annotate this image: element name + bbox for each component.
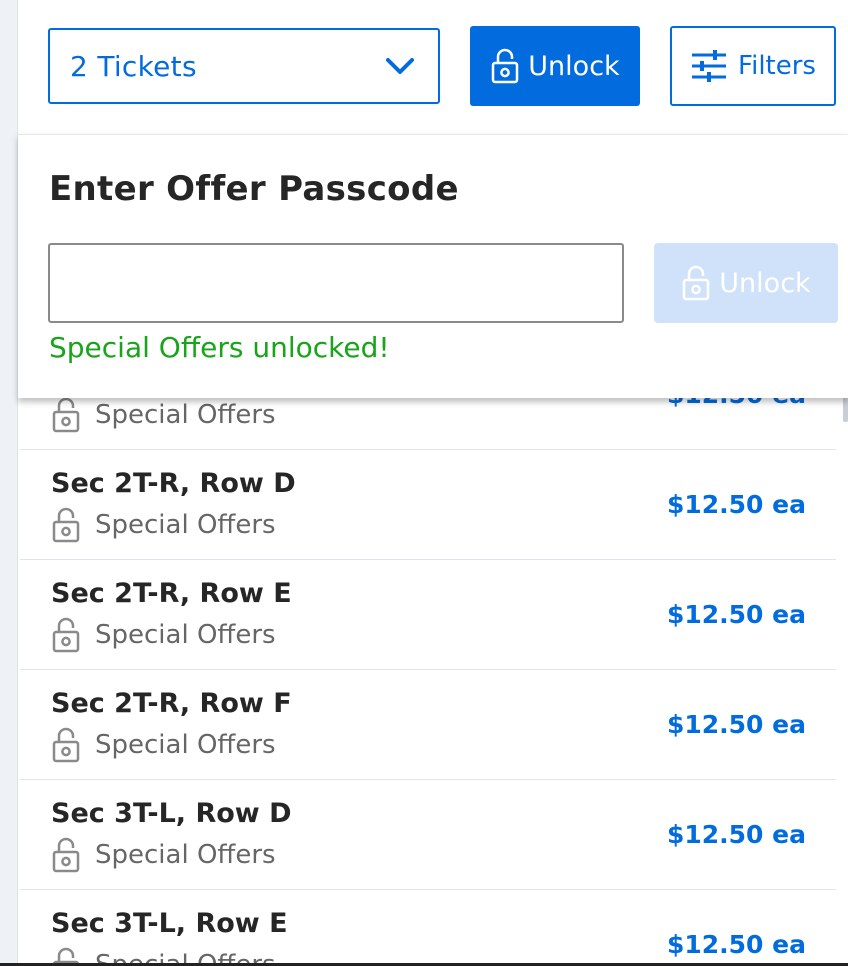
ticket-offer: Special Offers [51,506,276,544]
ticket-offer: Special Offers [51,616,276,654]
passcode-success-message: Special Offers unlocked! [49,331,390,364]
lock-icon [52,507,80,543]
ticket-price: $12.50 ea [666,930,806,959]
ticket-row[interactable]: Sec 3T-L, Row E Special Offers $12.50 ea [20,890,836,966]
filters-button-label: Filters [738,51,816,81]
ticket-section: Sec 3T-L, Row E [51,908,288,939]
ticket-price: $12.50 ea [666,490,806,519]
ticket-offer: Special Offers [51,396,276,434]
left-edge-strip [0,0,18,966]
lock-icon [492,48,519,84]
ticket-offer-label: Special Offers [95,510,276,540]
filters-button[interactable]: Filters [670,26,836,106]
passcode-input[interactable] [48,243,624,323]
passcode-panel-title: Enter Offer Passcode [49,169,459,209]
lock-icon [52,617,80,653]
ticket-quantity-value: 2 Tickets [70,49,197,83]
ticket-section: Sec 2T-R, Row F [51,688,292,719]
chevron-down-icon [386,58,414,74]
offer-passcode-panel: Enter Offer Passcode Unlock Special Offe… [18,134,848,398]
ticket-offer-label: Special Offers [95,620,276,650]
ticket-row[interactable]: Sec 2T-R, Row E Special Offers $12.50 ea [20,560,836,670]
ticket-offer: Special Offers [51,836,276,874]
ticket-offer-label: Special Offers [95,840,276,870]
ticket-offer: Special Offers [51,726,276,764]
lock-icon [52,727,80,763]
ticket-row[interactable]: Sec 2T-R, Row F Special Offers $12.50 ea [20,670,836,780]
ticket-offer-label: Special Offers [95,400,276,430]
lock-icon [683,265,710,301]
sliders-icon [692,50,727,82]
ticket-section: Sec 3T-L, Row D [51,798,292,829]
ticket-quantity-select[interactable]: 2 Tickets [48,28,440,104]
ticket-price: $12.50 ea [666,820,806,849]
ticket-price: $12.50 ea [666,710,806,739]
unlock-button-label: Unlock [528,50,620,82]
unlock-button[interactable]: Unlock [470,26,640,106]
lock-icon [52,837,80,873]
ticket-section: Sec 2T-R, Row E [51,578,292,609]
lock-icon [52,397,80,433]
ticket-section: Sec 2T-R, Row D [51,468,296,499]
passcode-unlock-button[interactable]: Unlock [654,243,838,323]
passcode-unlock-label: Unlock [719,267,811,299]
ticket-row[interactable]: Sec 3T-L, Row D Special Offers $12.50 ea [20,780,836,890]
ticket-price: $12.50 ea [666,600,806,629]
ticket-offer-label: Special Offers [95,730,276,760]
ticket-row[interactable]: Sec 2T-R, Row D Special Offers $12.50 ea [20,450,836,560]
ticket-list: Special Offers $12.50 ea Sec 2T-R, Row D… [20,340,836,966]
